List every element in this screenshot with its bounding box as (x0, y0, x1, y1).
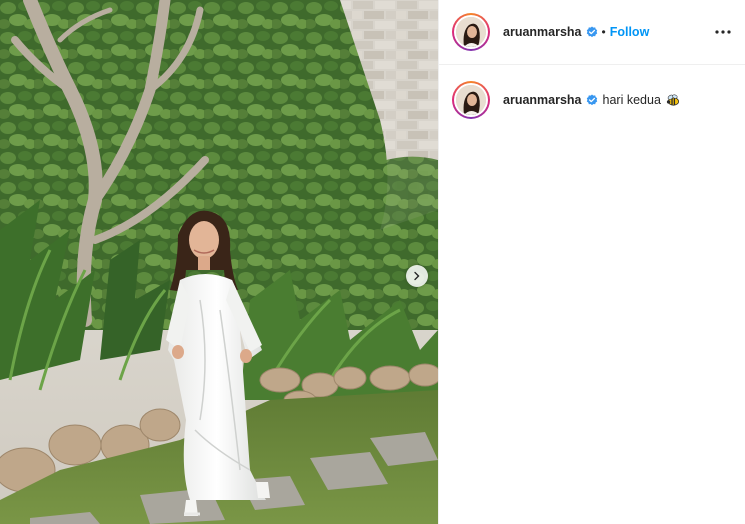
avatar-image (456, 17, 486, 47)
caption-text: hari kedua (602, 93, 661, 107)
caption-username-link[interactable]: aruanmarsha (503, 93, 582, 107)
bee-emoji-icon (666, 93, 679, 106)
more-options-button[interactable] (713, 22, 733, 42)
avatar-image (456, 85, 486, 115)
verified-badge-icon (586, 94, 597, 106)
carousel-next-button[interactable] (406, 265, 428, 287)
username-link[interactable]: aruanmarsha (503, 25, 582, 39)
post-sidebar: aruanmarsha • Follow aruanmarsha hari ke… (438, 0, 745, 524)
post-photo[interactable] (0, 0, 438, 524)
verified-badge-icon (586, 26, 597, 38)
separator-dot: • (601, 25, 606, 39)
caption-avatar[interactable] (452, 81, 490, 119)
follow-button[interactable]: Follow (610, 25, 650, 39)
post-header: aruanmarsha • Follow (439, 0, 745, 65)
caption: aruanmarsha hari kedua (439, 65, 745, 119)
more-options-icon (715, 30, 731, 34)
photo-image (0, 0, 438, 524)
chevron-right-icon (414, 271, 420, 281)
avatar[interactable] (452, 13, 490, 51)
